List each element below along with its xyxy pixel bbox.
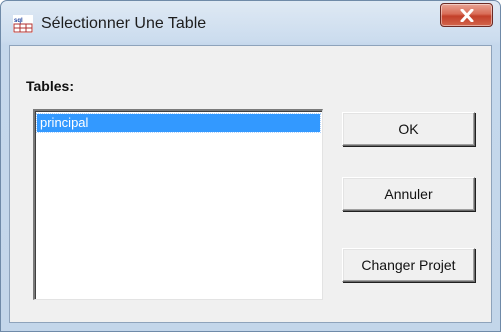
ok-button[interactable]: OK (342, 112, 475, 146)
cancel-button[interactable]: Annuler (342, 177, 475, 211)
svg-text:sql: sql (14, 18, 23, 24)
title-bar[interactable]: sql Sélectionner Une Table (1, 1, 500, 45)
close-button[interactable] (440, 3, 493, 27)
tables-listbox[interactable]: principal (33, 109, 323, 300)
change-project-button[interactable]: Changer Projet (342, 248, 475, 282)
list-item-principal[interactable]: principal (36, 113, 321, 133)
window-title: Sélectionner Une Table (41, 15, 207, 32)
tables-label: Tables: (26, 78, 74, 94)
close-icon (460, 9, 474, 22)
sql-table-icon: sql (13, 15, 33, 33)
